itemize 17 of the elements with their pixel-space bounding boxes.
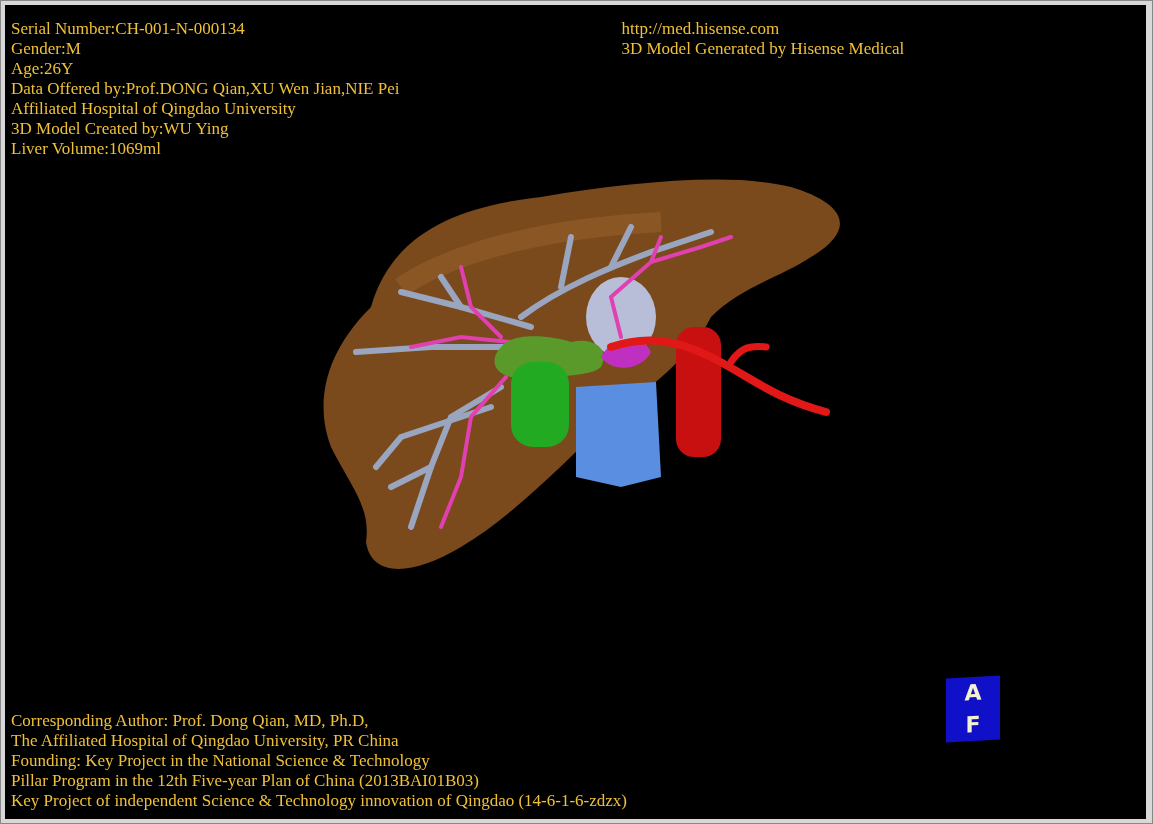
credit-text: Pillar Program in the 12th Five-year Plan of China (2013BAI01B03) [11, 771, 480, 791]
info-text: Liver Volume:1069ml [11, 139, 162, 159]
info-text: Data Offered by:Prof.DONG Qian,XU Wen Jian,NIE Pei [11, 79, 400, 99]
info-text: http://med.hisense.com [621, 19, 781, 39]
credit-text: Corresponding Author: Prof. Dong Qian, MD, Ph.D, [11, 711, 370, 731]
credit-text: Founding: Key Project in the National Science & Technology [11, 751, 431, 771]
info-text: 3D Model Created by:WU Ying [11, 119, 230, 139]
credit-text: The Affiliated Hospital of Qingdao University, PR China [11, 731, 400, 751]
info-text: Gender:M [11, 39, 82, 59]
info-text: Affiliated Hospital of Qingdao University [11, 99, 297, 119]
info-text: 3D Model Generated by Hisense Medical [621, 39, 905, 59]
orientation-cube[interactable]: A F [946, 675, 1000, 743]
cube-label: A [964, 680, 982, 706]
info-text: Serial Number:CH-001-N-000134 [11, 19, 246, 39]
info-text: Age:26Y [11, 59, 75, 79]
cube-label: F [965, 712, 981, 738]
credit-text: Key Project of independent Science & Technology innovation of Qingdao (14-6-1-6-zdzx) [11, 791, 627, 811]
